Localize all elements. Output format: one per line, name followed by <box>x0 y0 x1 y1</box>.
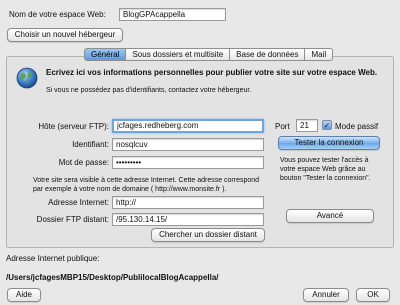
tab-mail[interactable]: Mail <box>305 48 334 61</box>
public-address-label: Adresse Internet publique: <box>6 254 100 263</box>
test-connection-help: Vous pouvez tester l'accès à votre espac… <box>280 157 371 182</box>
tab-general[interactable]: Général <box>84 48 127 61</box>
host-input[interactable]: jcfages.redheberg.com <box>112 119 264 133</box>
username-input[interactable]: nosqlcuv <box>112 138 264 151</box>
internet-address-label: Adresse Internet: <box>48 198 109 207</box>
port-label: Port <box>275 122 290 131</box>
visibility-note: Votre site sera visible à cette adresse … <box>33 177 260 193</box>
site-name-input[interactable]: BlogGPAcappella <box>119 8 226 21</box>
cancel-button[interactable]: Annuler <box>303 288 349 302</box>
password-label: Mot de passe: <box>58 158 109 167</box>
port-input[interactable]: 21 <box>296 119 318 132</box>
passive-mode-checkbox[interactable]: ✓ <box>322 120 332 130</box>
internet-address-input[interactable]: http:// <box>112 196 264 209</box>
choose-host-button[interactable]: Choisir un nouvel hébergeur <box>7 28 123 42</box>
advanced-button[interactable]: Avancé <box>286 209 374 223</box>
password-input[interactable]: ••••••••• <box>112 156 264 169</box>
tab-bar: Général Sous dossiers et multisite Base … <box>84 48 334 61</box>
passive-mode-label: Mode passif <box>335 122 379 131</box>
tab-subfolders-multisite[interactable]: Sous dossiers et multisite <box>126 48 231 61</box>
remote-folder-input[interactable]: /95.130.14.15/ <box>112 213 264 226</box>
remote-folder-label: Dossier FTP distant: <box>36 215 109 224</box>
public-address-path: /Users/jcfagesMBP15/Desktop/PublilocalBl… <box>6 273 219 282</box>
username-label: Identifiant: <box>72 140 109 149</box>
tab-database[interactable]: Base de données <box>230 48 306 61</box>
intro-subtext: Si vous ne possédez pas d'identifiants, … <box>46 87 252 94</box>
ok-button[interactable]: OK <box>356 288 390 302</box>
earth-globe-icon <box>15 66 39 90</box>
help-button[interactable]: Aide <box>7 288 41 302</box>
intro-heading: Ecrivez ici vos informations personnelle… <box>46 68 378 77</box>
test-connection-button[interactable]: Tester la connexion <box>278 136 380 150</box>
search-remote-folder-button[interactable]: Chercher un dossier distant <box>151 228 265 242</box>
site-name-label: Nom de votre espace Web: <box>9 10 106 19</box>
host-label: Hôte (serveur FTP): <box>38 122 109 131</box>
